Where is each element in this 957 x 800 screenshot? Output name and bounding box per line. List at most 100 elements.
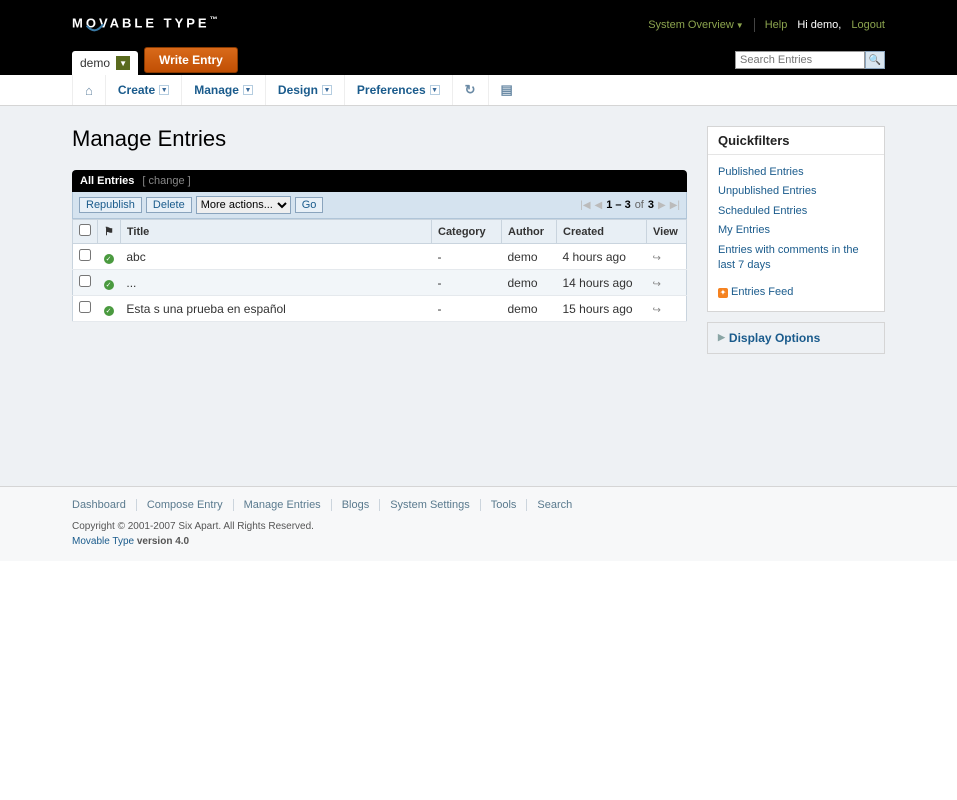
- main-column: Manage Entries All Entries [ change ] Re…: [72, 126, 687, 354]
- status-published-icon: ✓: [104, 254, 114, 264]
- entry-title-link[interactable]: ...: [126, 276, 136, 290]
- page-total: 3: [648, 199, 654, 211]
- row-checkbox[interactable]: [79, 301, 91, 313]
- entry-created: 14 hours ago: [557, 270, 647, 296]
- flag-column-icon: ⚑: [98, 220, 121, 244]
- search-box: 🔍: [735, 51, 885, 69]
- col-category[interactable]: Category: [432, 220, 502, 244]
- quickfilter-link[interactable]: Entries with comments in the last 7 days: [718, 241, 874, 276]
- change-filter-link[interactable]: [ change ]: [142, 175, 190, 187]
- chevron-down-icon: ▼: [736, 21, 744, 30]
- footer: DashboardCompose EntryManage EntriesBlog…: [0, 486, 957, 561]
- blog-tab[interactable]: demo ▼: [72, 51, 138, 75]
- quickfilter-link[interactable]: My Entries: [718, 221, 874, 240]
- view-entry-icon[interactable]: ↪: [653, 253, 661, 264]
- footer-link[interactable]: Dashboard: [72, 499, 137, 511]
- table-row: ✓ Esta s una prueba en español -demo15 hou…: [73, 296, 687, 322]
- logo-swoosh-icon: [86, 24, 104, 34]
- quickfilters-panel: Quickfilters Published EntriesUnpublishe…: [707, 126, 885, 312]
- row-checkbox[interactable]: [79, 275, 91, 287]
- entry-created: 4 hours ago: [557, 244, 647, 270]
- nav-manage[interactable]: Manage▼: [182, 75, 266, 105]
- footer-link[interactable]: Manage Entries: [234, 499, 332, 511]
- page-prev-icon[interactable]: ◀: [595, 200, 603, 211]
- list-icon: ▤: [501, 82, 513, 98]
- nav-home[interactable]: ⌂: [72, 75, 106, 105]
- divider: [754, 18, 755, 32]
- chevron-down-icon[interactable]: ▼: [116, 56, 130, 70]
- quickfilters-heading: Quickfilters: [708, 127, 884, 155]
- more-actions-select[interactable]: More actions...: [196, 196, 291, 214]
- chevron-down-icon: ▼: [322, 85, 332, 95]
- panel-title: All Entries: [80, 175, 134, 187]
- logo-tm: ™: [210, 15, 218, 24]
- search-button[interactable]: 🔍: [865, 51, 885, 69]
- copyright: Copyright © 2001-2007 Six Apart. All Rig…: [72, 519, 885, 549]
- quickfilter-link[interactable]: Scheduled Entries: [718, 202, 874, 221]
- quickfilter-link[interactable]: Unpublished Entries: [718, 182, 874, 201]
- footer-links: DashboardCompose EntryManage EntriesBlog…: [72, 499, 885, 511]
- entry-created: 15 hours ago: [557, 296, 647, 322]
- logout-link[interactable]: Logout: [851, 19, 885, 31]
- search-icon: 🔍: [869, 55, 881, 66]
- table-row: ✓...-demo14 hours ago↪: [73, 270, 687, 296]
- entry-title-link[interactable]: abc: [126, 250, 145, 264]
- home-icon: ⌂: [85, 83, 93, 98]
- rss-icon: ✦: [718, 288, 728, 298]
- entry-category: -: [432, 270, 502, 296]
- navbar: ⌂ Create▼ Manage▼ Design▼ Preferences▼ ↻…: [0, 75, 957, 106]
- nav-refresh[interactable]: ↻: [453, 75, 489, 105]
- page-next-icon[interactable]: ▶: [658, 200, 666, 211]
- pagination: |◀ ◀ 1 – 3 of 3 ▶ ▶|: [580, 199, 680, 211]
- greeting: Hi demo,: [797, 19, 841, 31]
- col-author[interactable]: Author: [502, 220, 557, 244]
- display-options-toggle[interactable]: ▶ Display Options: [707, 322, 885, 354]
- select-all-checkbox[interactable]: [79, 224, 91, 236]
- republish-button[interactable]: Republish: [79, 197, 142, 213]
- blog-tab-row: demo ▼ Write Entry: [72, 47, 238, 75]
- row-checkbox[interactable]: [79, 249, 91, 261]
- col-title[interactable]: Title: [120, 220, 431, 244]
- page-last-icon[interactable]: ▶|: [670, 200, 680, 211]
- go-button[interactable]: Go: [295, 197, 324, 213]
- page-title: Manage Entries: [72, 126, 687, 152]
- footer-link[interactable]: Blogs: [332, 499, 381, 511]
- footer-link[interactable]: Search: [527, 499, 582, 511]
- entry-author: demo: [502, 244, 557, 270]
- entry-category: -: [432, 296, 502, 322]
- entry-title-link[interactable]: Esta s una prueba en español: [126, 302, 285, 316]
- nav-preferences[interactable]: Preferences▼: [345, 75, 453, 105]
- chevron-down-icon: ▼: [243, 85, 253, 95]
- footer-link[interactable]: System Settings: [380, 499, 480, 511]
- content-wrap: Manage Entries All Entries [ change ] Re…: [0, 106, 957, 486]
- view-entry-icon[interactable]: ↪: [653, 305, 661, 316]
- quickfilter-link[interactable]: Published Entries: [718, 163, 874, 182]
- page-first-icon[interactable]: |◀: [580, 200, 590, 211]
- write-entry-button[interactable]: Write Entry: [144, 47, 238, 73]
- refresh-icon: ↻: [465, 82, 476, 98]
- panel-header: All Entries [ change ]: [72, 170, 687, 192]
- search-input[interactable]: [735, 51, 865, 69]
- col-created[interactable]: Created: [557, 220, 647, 244]
- nav-create[interactable]: Create▼: [106, 75, 182, 105]
- delete-button[interactable]: Delete: [146, 197, 192, 213]
- topbar: MOVABLE TYPE™ System Overview▼ Help Hi d…: [0, 0, 957, 75]
- system-overview-link[interactable]: System Overview▼: [648, 19, 744, 31]
- top-right-menu: System Overview▼ Help Hi demo, Logout: [648, 18, 885, 32]
- col-view: View: [647, 220, 687, 244]
- view-entry-icon[interactable]: ↪: [653, 279, 661, 290]
- product-link[interactable]: Movable Type: [72, 536, 134, 547]
- help-link[interactable]: Help: [765, 19, 788, 31]
- footer-link[interactable]: Tools: [481, 499, 528, 511]
- entries-table: ⚑ Title Category Author Created View ✓ ab…: [72, 219, 687, 322]
- status-published-icon: ✓: [104, 280, 114, 290]
- chevron-down-icon: ▼: [159, 85, 169, 95]
- toolbar: Republish Delete More actions... Go |◀ ◀…: [72, 192, 687, 219]
- nav-list[interactable]: ▤: [489, 75, 525, 105]
- status-published-icon: ✓: [104, 306, 114, 316]
- side-column: Quickfilters Published EntriesUnpublishe…: [707, 126, 885, 354]
- footer-link[interactable]: Compose Entry: [137, 499, 234, 511]
- entry-author: demo: [502, 296, 557, 322]
- entries-feed-link[interactable]: ✦Entries Feed: [718, 283, 874, 302]
- nav-design[interactable]: Design▼: [266, 75, 345, 105]
